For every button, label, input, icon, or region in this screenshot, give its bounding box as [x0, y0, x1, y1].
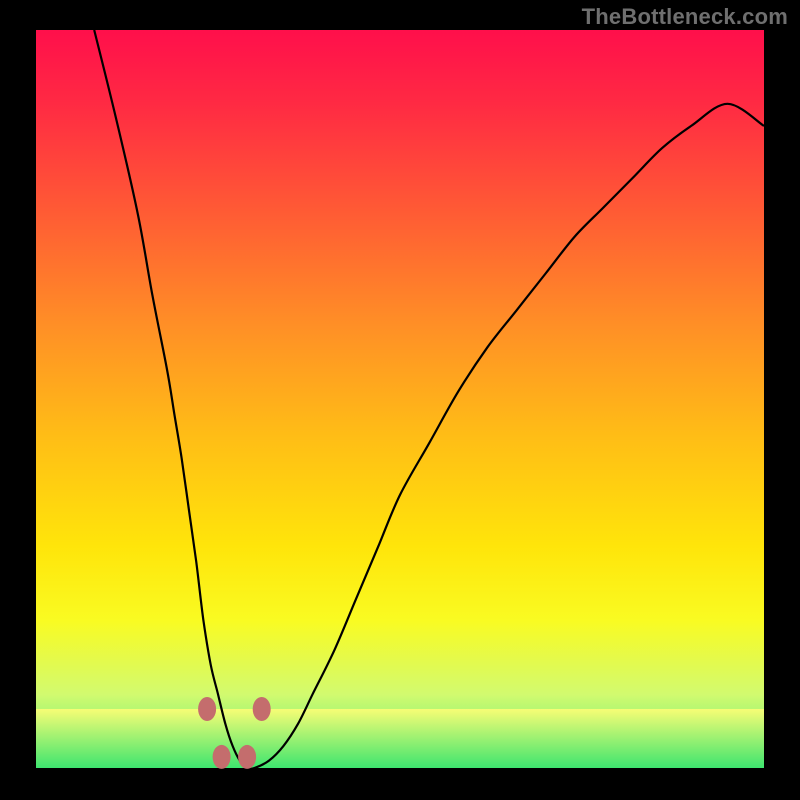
bottleneck-plot	[0, 0, 800, 800]
green-band	[36, 709, 764, 768]
watermark-text: TheBottleneck.com	[582, 4, 788, 30]
gradient-panel	[36, 30, 764, 768]
trough-marker	[198, 697, 216, 721]
trough-marker	[238, 745, 256, 769]
image-root: TheBottleneck.com	[0, 0, 800, 800]
trough-marker	[213, 745, 231, 769]
trough-marker	[253, 697, 271, 721]
